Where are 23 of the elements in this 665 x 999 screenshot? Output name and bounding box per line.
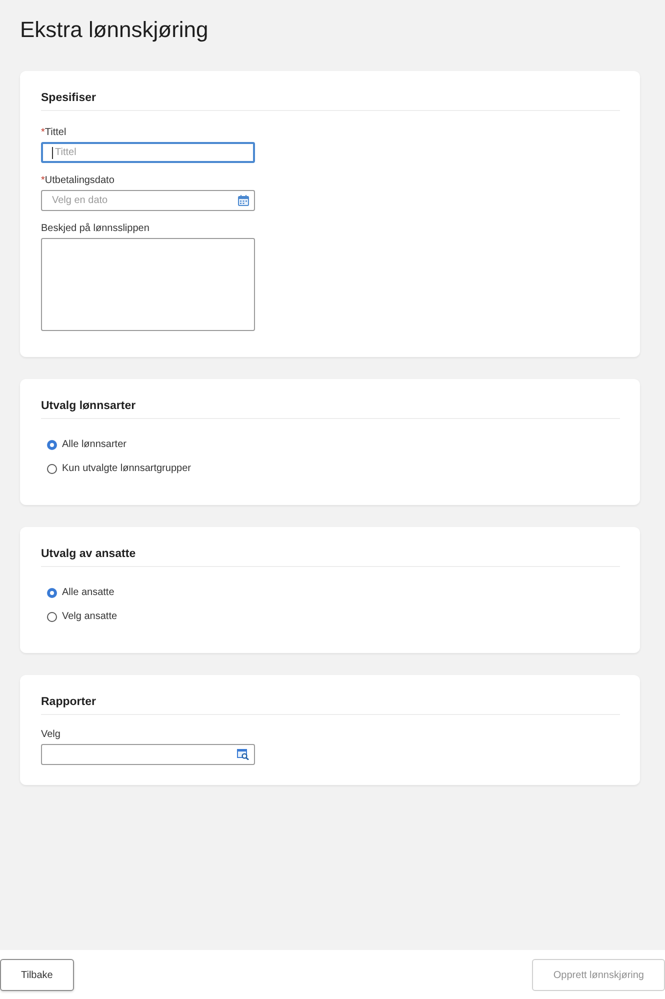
radio-option[interactable]: Alle ansatte	[47, 585, 114, 601]
window-search-icon[interactable]	[237, 749, 249, 760]
radio-icon[interactable]	[47, 612, 57, 622]
section-heading: Spesifiser	[41, 91, 620, 111]
radio-icon[interactable]	[47, 588, 57, 598]
radio-option[interactable]: Kun utvalgte lønnsartgrupper	[47, 461, 191, 477]
message-field[interactable]	[41, 238, 255, 331]
back-button[interactable]: Tilbake	[0, 959, 74, 991]
radio-icon[interactable]	[47, 440, 57, 450]
section-heading: Rapporter	[41, 695, 620, 715]
page-title: Ekstra lønnskjøring	[20, 16, 208, 44]
section-heading: Utvalg lønnsarter	[41, 399, 620, 419]
calendar-icon[interactable]	[238, 195, 249, 206]
radio-option[interactable]: Alle lønnsarter	[47, 437, 126, 453]
field-label: Velg	[41, 728, 60, 742]
field-label: *Utbetalingsdato	[41, 174, 114, 188]
radio-option[interactable]: Velg ansatte	[47, 609, 118, 625]
field-label: Beskjed på lønnsslippen	[41, 222, 150, 236]
radio-icon[interactable]	[47, 464, 57, 474]
section-heading: Utvalg av ansatte	[41, 547, 620, 567]
field-label: *Tittel	[41, 126, 66, 140]
text-cursor-icon	[52, 146, 53, 158]
lookup-field[interactable]	[41, 744, 255, 765]
